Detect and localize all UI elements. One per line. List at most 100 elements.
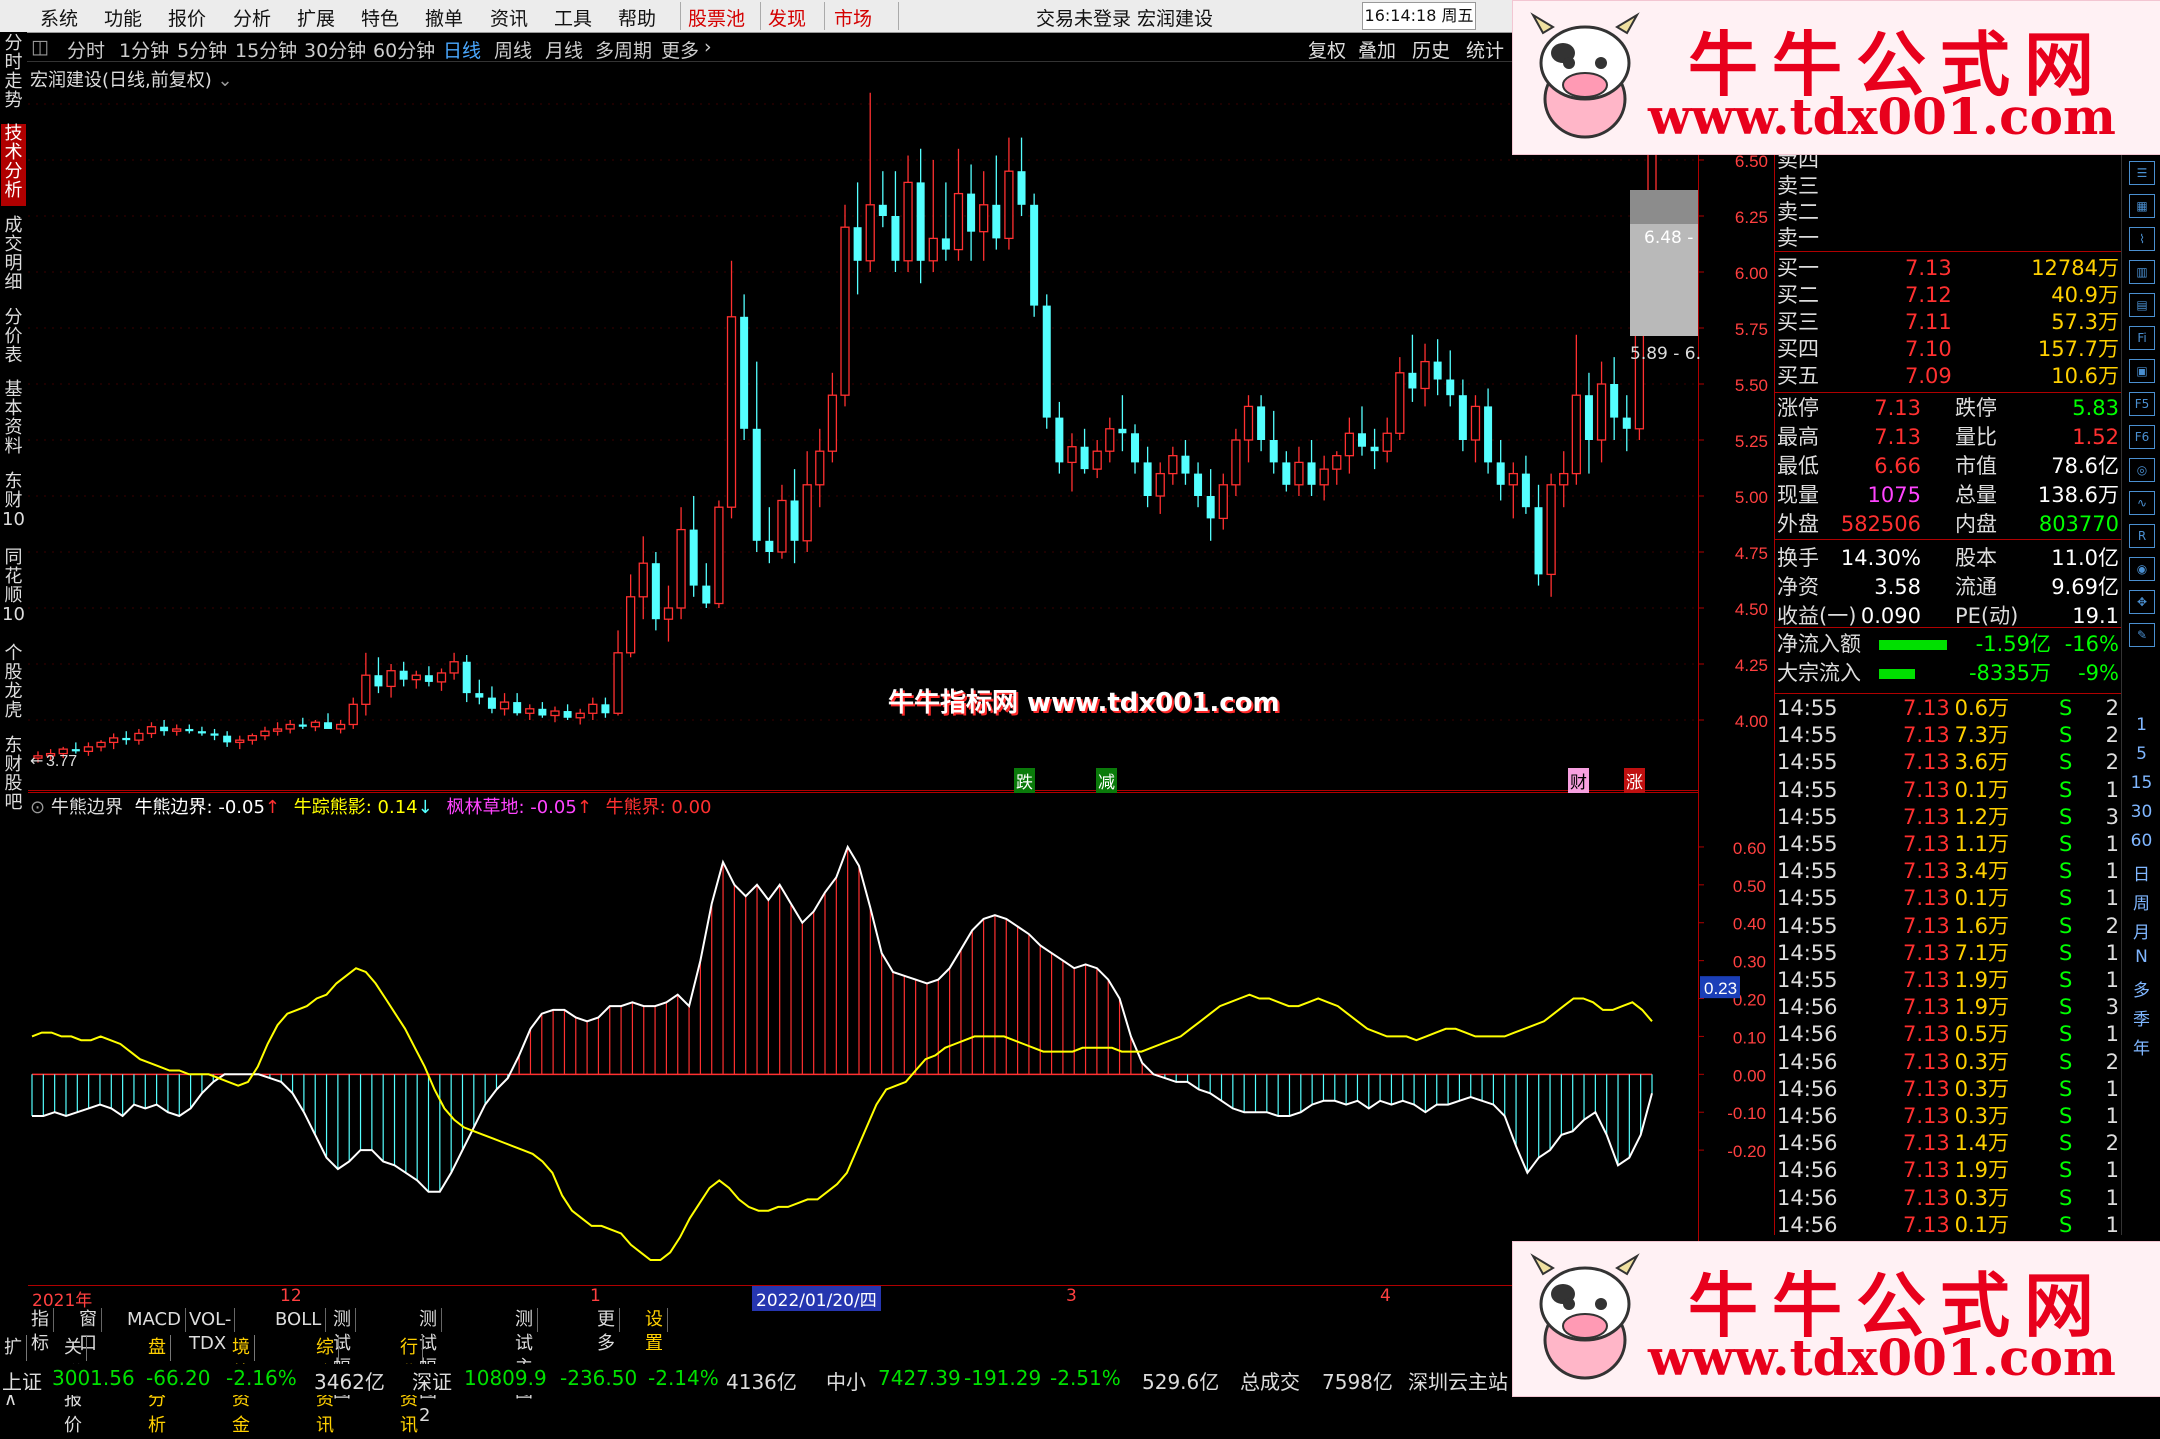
date-tick: 4 [1380, 1286, 1391, 1306]
tick-time: 14:55 [1777, 777, 1838, 802]
flow-value: -1.59亿 [1975, 632, 2051, 656]
tab-window[interactable]: 窗口 [75, 1308, 102, 1354]
toolbar-icon[interactable]: F6 [2129, 425, 2155, 449]
toolbar-icon[interactable]: ☰ [2129, 161, 2155, 185]
toolbar-icon[interactable]: ◉ [2129, 557, 2155, 581]
tick-side: S [2059, 804, 2073, 829]
indicator-chart[interactable]: 0.600.500.400.300.200.100.00-0.10-0.200.… [0, 0, 1775, 1300]
tab-foreign-capital[interactable]: 境外资金 [228, 1335, 255, 1436]
tick-price: 7.13 [1903, 1049, 1950, 1074]
bid-price: 7.12 [1905, 283, 1952, 307]
period-shortcut[interactable]: 1 [2122, 715, 2160, 735]
toolbar-icon[interactable]: ▤ [2129, 293, 2155, 317]
sh-index-name[interactable]: 上证 [2, 1366, 42, 1395]
tick-side: S [2059, 723, 2073, 748]
bid-price: 7.11 [1905, 310, 1952, 334]
tab-boll[interactable]: BOLL [271, 1308, 327, 1332]
tick-count: 1 [2105, 940, 2119, 965]
tick-price: 7.13 [1903, 859, 1950, 884]
stat-label: 涨停 [1777, 396, 1819, 420]
tab-test-mainchart[interactable]: 测试主图 [511, 1308, 538, 1402]
tick-count: 2 [2105, 913, 2119, 938]
stat-value: 5.83 [2072, 396, 2119, 420]
tick-time: 14:56 [1777, 1022, 1838, 1047]
tab-news-summary[interactable]: 综合资讯 [312, 1335, 339, 1436]
toolbar-icon[interactable]: ▦ [2129, 194, 2155, 218]
divider [1775, 627, 2121, 628]
tick-time: 14:55 [1777, 832, 1838, 856]
capital-flow-row: 净流入额 -1.59亿 -16% [1775, 631, 2121, 658]
period-shortcut[interactable]: 5 [2122, 744, 2160, 764]
tick-volume: 1.9万 [1954, 968, 2009, 992]
tab-related-quotes[interactable]: 关联报价 [60, 1335, 87, 1436]
tick-volume: 1.2万 [1954, 804, 2009, 829]
indicator-axis-label: 0.30 [1733, 953, 1766, 972]
tick-time: 14:56 [1777, 1076, 1838, 1101]
bid-level-label: 买一 [1777, 256, 1819, 280]
sme-index-name[interactable]: 中小 [826, 1366, 866, 1395]
period-shortcut[interactable]: N [2122, 947, 2160, 967]
tick-count: 1 [2105, 1212, 2119, 1237]
tab-industry-news[interactable]: 行业资讯 [396, 1335, 423, 1436]
sme-index-pct: -2.51% [1050, 1366, 1121, 1390]
toolbar-icon[interactable]: ✥ [2129, 590, 2155, 614]
period-shortcut[interactable]: 日 [2122, 860, 2160, 885]
tick-side: S [2059, 1022, 2073, 1047]
period-shortcut[interactable]: 月 [2122, 918, 2160, 943]
period-shortcut[interactable]: 15 [2122, 773, 2160, 793]
tick-volume: 0.3万 [1954, 1049, 2009, 1074]
ask-level-row: 卖一 [1775, 225, 2121, 252]
toolbar-icon[interactable]: ◎ [2129, 458, 2155, 482]
series-line-bull-bear-boundary [32, 844, 1653, 1193]
toolbar-icon[interactable]: ⌇ [2129, 227, 2155, 251]
indicator-axis-label: -0.20 [1727, 1142, 1766, 1161]
tab-more[interactable]: 更多 [593, 1308, 620, 1354]
indicator-current-label: 0.23 [1704, 979, 1737, 998]
tick-row: 14:55 7.13 3.4万 S 1 [1775, 858, 2121, 885]
tab-market-analysis[interactable]: 盘面分析 [144, 1335, 171, 1436]
date-tick: 3 [1066, 1286, 1077, 1306]
flow-pct: -16% [2064, 632, 2119, 656]
tick-count: 2 [2105, 1131, 2119, 1156]
tick-volume: 1.9万 [1954, 995, 2009, 1020]
cow-mascot-icon [1530, 12, 1640, 139]
server-name[interactable]: 深圳云主站 [1408, 1366, 1508, 1395]
tick-time: 14:56 [1777, 995, 1838, 1020]
tick-count: 1 [2105, 777, 2119, 802]
divider [1775, 392, 2121, 393]
stat-row: 换手 14.30% 股本 11.0亿 [1775, 545, 2121, 572]
tick-volume: 0.1万 [1954, 1212, 2009, 1237]
tab-test-subchart[interactable]: 测试幅图 [329, 1308, 356, 1402]
toolbar-icon[interactable]: ▣ [2129, 359, 2155, 383]
tab-indicator[interactable]: 指标 [27, 1308, 54, 1354]
period-shortcut[interactable]: 周 [2122, 889, 2160, 914]
toolbar-icon[interactable]: ✎ [2129, 623, 2155, 647]
period-shortcut[interactable]: 30 [2122, 802, 2160, 822]
stat-label: 现量 [1777, 483, 1819, 507]
toolbar-icon[interactable]: F5 [2129, 392, 2155, 416]
divider [1775, 251, 2121, 252]
period-shortcut[interactable]: 季 [2122, 1005, 2160, 1030]
tab-settings[interactable]: 设置 [641, 1308, 668, 1354]
tab-expand[interactable]: 扩展∧ [0, 1335, 27, 1410]
tab-macd[interactable]: MACD [123, 1308, 186, 1332]
period-shortcut[interactable]: 多 [2122, 976, 2160, 1001]
toolbar-icon[interactable]: R [2129, 524, 2155, 548]
sh-index-pct: -2.16% [226, 1366, 297, 1390]
ask-level-label: 卖三 [1777, 174, 1819, 198]
tab-vol-tdx[interactable]: VOL-TDX [185, 1308, 235, 1354]
tick-volume: 1.4万 [1954, 1131, 2009, 1156]
tick-count: 1 [2105, 859, 2119, 884]
sz-index-name[interactable]: 深证 [412, 1366, 452, 1395]
period-shortcut[interactable]: 年 [2122, 1034, 2160, 1059]
toolbar-icon[interactable]: ▥ [2129, 260, 2155, 284]
toolbar-icon[interactable]: Fi [2129, 326, 2155, 350]
tab-test-subchart-2[interactable]: 测试幅图2 [415, 1308, 442, 1426]
period-shortcut[interactable]: 60 [2122, 831, 2160, 851]
toolbar-icon[interactable]: ∿ [2129, 491, 2155, 515]
indicator-axis-label: 0.50 [1733, 877, 1766, 896]
indicator-axis-label: 0.60 [1733, 839, 1766, 858]
tick-time: 14:55 [1777, 723, 1838, 748]
tick-volume: 0.5万 [1954, 1022, 2009, 1047]
sh-index-amount: 3462亿 [314, 1370, 385, 1394]
